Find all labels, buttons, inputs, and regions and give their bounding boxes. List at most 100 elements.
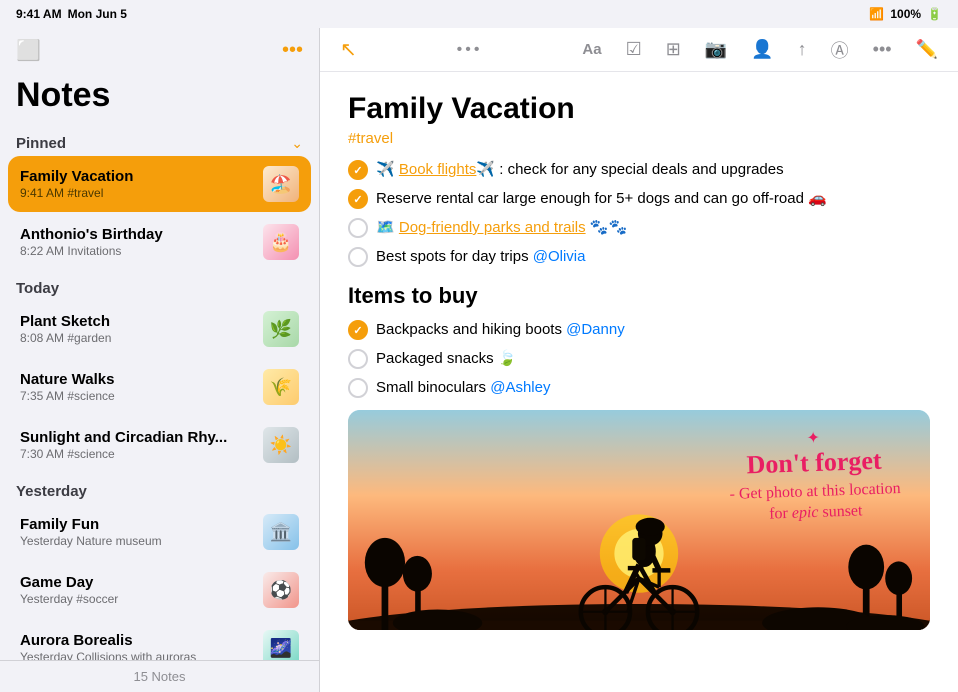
date: Mon Jun 5 <box>68 7 127 21</box>
buy-check-0[interactable] <box>348 320 368 340</box>
note-thumb-anthonios: 🎂 <box>263 224 299 260</box>
text-format-icon[interactable]: Aa <box>578 39 605 60</box>
note-thumb-plant-sketch: 🌿 <box>263 311 299 347</box>
note-detail-hashtag[interactable]: #travel <box>348 130 930 147</box>
status-bar: 9:41 AM Mon Jun 5 📶 100% 🔋 <box>0 0 958 28</box>
check-circle-0[interactable] <box>348 160 368 180</box>
pinned-chevron-icon[interactable]: ⌄ <box>291 135 303 152</box>
sidebar-title: Notes <box>0 72 319 127</box>
status-bar-left: 9:41 AM Mon Jun 5 <box>16 7 127 21</box>
markup-icon[interactable]: Ⓐ <box>827 35 853 65</box>
note-item-content: Family Fun Yesterday Nature museum <box>20 516 255 548</box>
note-item-content: Family Vacation 9:41 AM #travel <box>20 168 255 200</box>
check-circle-2[interactable] <box>348 218 368 238</box>
note-item-nature-walks[interactable]: Nature Walks 7:35 AM #science 🌾 <box>8 359 311 415</box>
section-today-label: Today <box>16 280 59 297</box>
share-icon[interactable]: ↑ <box>794 37 811 62</box>
note-subtitle-family-fun: Yesterday Nature museum <box>20 534 255 548</box>
checklist-text-0[interactable]: ✈️ Book flights✈️ : check for any specia… <box>376 159 784 180</box>
note-item-plant-sketch[interactable]: Plant Sketch 8:08 AM #garden 🌿 <box>8 301 311 357</box>
status-bar-right: 📶 100% 🔋 <box>869 7 942 21</box>
note-subtitle-anthonios: 8:22 AM Invitations <box>20 244 255 258</box>
buy-text-0[interactable]: Backpacks and hiking boots @Danny <box>376 319 625 340</box>
handwritten-title: Don't forget <box>728 445 900 481</box>
back-arrow-icon[interactable]: ↖ <box>336 35 361 64</box>
time: 9:41 AM <box>16 7 62 21</box>
buy-check-2[interactable] <box>348 378 368 398</box>
wifi-icon: 📶 <box>869 7 884 21</box>
sidebar-footer: 15 Notes <box>0 660 319 692</box>
note-item-aurora-borealis[interactable]: Aurora Borealis Yesterday Collisions wit… <box>8 620 311 660</box>
notes-count: 15 Notes <box>133 669 185 684</box>
section-heading-buy: Items to buy <box>348 283 930 309</box>
toolbar-right: Aa ☑ ⊞ 📷 👤 ↑ Ⓐ ••• ✏️ <box>578 35 942 65</box>
section-pinned-header: Pinned ⌄ <box>8 127 311 156</box>
more-options-icon[interactable]: ••• <box>282 39 303 62</box>
checklist-item-3: Best spots for day trips @Olivia <box>348 246 930 267</box>
check-circle-3[interactable] <box>348 247 368 267</box>
check-circle-1[interactable] <box>348 189 368 209</box>
person-icon[interactable]: 👤 <box>747 37 777 62</box>
note-item-sunlight[interactable]: Sunlight and Circadian Rhy... 7:30 AM #s… <box>8 417 311 473</box>
note-item-content: Sunlight and Circadian Rhy... 7:30 AM #s… <box>20 429 255 461</box>
app-container: ⬜ ••• Notes Pinned ⌄ Family Vacation 9:4… <box>0 28 958 692</box>
note-subtitle-family-vacation: 9:41 AM #travel <box>20 186 255 200</box>
note-thumb-family-fun: 🏛️ <box>263 514 299 550</box>
note-title-sunlight: Sunlight and Circadian Rhy... <box>20 429 255 446</box>
camera-icon[interactable]: 📷 <box>701 37 731 62</box>
note-item-content: Nature Walks 7:35 AM #science <box>20 371 255 403</box>
checklist-text-2[interactable]: 🗺️ Dog-friendly parks and trails 🐾🐾 <box>376 217 627 238</box>
note-subtitle-game-day: Yesterday #soccer <box>20 592 255 606</box>
note-subtitle-nature-walks: 7:35 AM #science <box>20 389 255 403</box>
checklist-item-0: ✈️ Book flights✈️ : check for any specia… <box>348 159 930 180</box>
buy-check-1[interactable] <box>348 349 368 369</box>
toolbar-left: ↖ <box>336 35 361 64</box>
note-subtitle-sunlight: 7:30 AM #science <box>20 447 255 461</box>
note-title-family-fun: Family Fun <box>20 516 255 533</box>
sidebar-toolbar: ⬜ ••• <box>0 28 319 72</box>
parks-trails-link[interactable]: Dog-friendly parks and trails <box>399 219 586 236</box>
buy-text-1[interactable]: Packaged snacks 🍃 <box>376 348 516 369</box>
buy-item-1: Packaged snacks 🍃 <box>348 348 930 369</box>
buy-item-0: Backpacks and hiking boots @Danny <box>348 319 930 340</box>
mention-olivia: @Olivia <box>533 248 586 265</box>
note-title-anthonios: Anthonio's Birthday <box>20 226 255 243</box>
detail-content: Family Vacation #travel ✈️ Book flights✈… <box>320 72 958 692</box>
note-item-anthonios-birthday[interactable]: Anthonio's Birthday 8:22 AM Invitations … <box>8 214 311 270</box>
checklist-text-3[interactable]: Best spots for day trips @Olivia <box>376 246 585 267</box>
section-pinned-label: Pinned <box>16 135 66 152</box>
section-yesterday-label: Yesterday <box>16 483 87 500</box>
note-item-content: Game Day Yesterday #soccer <box>20 574 255 606</box>
note-item-content: Aurora Borealis Yesterday Collisions wit… <box>20 632 255 660</box>
sidebar-list: Pinned ⌄ Family Vacation 9:41 AM #travel… <box>0 127 319 660</box>
note-item-content: Plant Sketch 8:08 AM #garden <box>20 313 255 345</box>
note-subtitle-aurora: Yesterday Collisions with auroras <box>20 650 255 660</box>
more-icon[interactable]: ••• <box>869 37 896 62</box>
buy-text-2[interactable]: Small binoculars @Ashley <box>376 377 550 398</box>
sidebar-toggle-icon[interactable]: ⬜ <box>16 38 41 63</box>
handwritten-note: ✦ Don't forget - Get photo at this locat… <box>727 425 901 527</box>
book-flights-link[interactable]: Book flights <box>399 161 477 178</box>
note-thumb-family-vacation: 🏖️ <box>263 166 299 202</box>
note-item-game-day[interactable]: Game Day Yesterday #soccer ⚽ <box>8 562 311 618</box>
note-thumb-aurora: 🌌 <box>263 630 299 660</box>
note-thumb-nature-walks: 🌾 <box>263 369 299 405</box>
note-title-nature-walks: Nature Walks <box>20 371 255 388</box>
battery-level: 100% <box>890 7 921 21</box>
toolbar-center-dots: ••• <box>457 41 483 59</box>
note-item-family-vacation[interactable]: Family Vacation 9:41 AM #travel 🏖️ <box>8 156 311 212</box>
note-item-family-fun[interactable]: Family Fun Yesterday Nature museum 🏛️ <box>8 504 311 560</box>
checklist-item-2: 🗺️ Dog-friendly parks and trails 🐾🐾 <box>348 217 930 238</box>
checklist-text-1[interactable]: Reserve rental car large enough for 5+ d… <box>376 188 827 209</box>
section-today-header: Today <box>8 272 311 301</box>
note-title-game-day: Game Day <box>20 574 255 591</box>
note-title-plant-sketch: Plant Sketch <box>20 313 255 330</box>
handwritten-subtitle: - Get photo at this locationfor epic sun… <box>729 479 901 527</box>
note-detail-title[interactable]: Family Vacation <box>348 92 930 126</box>
note-item-content: Anthonio's Birthday 8:22 AM Invitations <box>20 226 255 258</box>
checklist-icon[interactable]: ☑ <box>622 37 646 62</box>
table-icon[interactable]: ⊞ <box>662 37 685 62</box>
compose-icon[interactable]: ✏️ <box>912 37 942 62</box>
battery-icon: 🔋 <box>927 7 942 21</box>
note-subtitle-plant-sketch: 8:08 AM #garden <box>20 331 255 345</box>
